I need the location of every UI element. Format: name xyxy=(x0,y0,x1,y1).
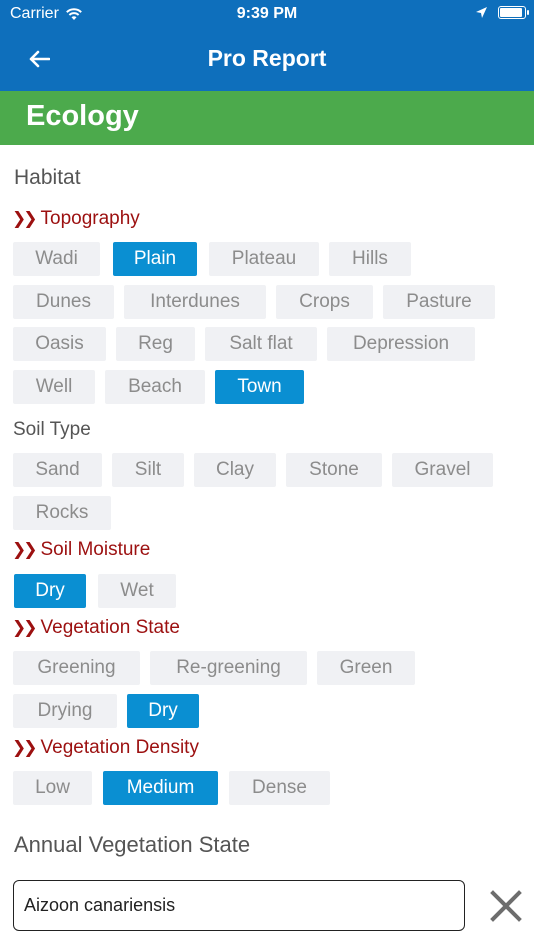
chip-wet[interactable]: Wet xyxy=(98,574,176,608)
location-arrow-icon xyxy=(476,7,487,18)
chip-gravel[interactable]: Gravel xyxy=(392,453,493,487)
chip-beach[interactable]: Beach xyxy=(105,370,205,404)
chip-reg[interactable]: Reg xyxy=(116,327,195,361)
chip-wadi[interactable]: Wadi xyxy=(13,242,100,276)
chip-rocks[interactable]: Rocks xyxy=(13,496,111,530)
chip-medium[interactable]: Medium xyxy=(103,771,218,805)
clear-species-button[interactable] xyxy=(486,886,526,926)
chip-drying[interactable]: Drying xyxy=(13,694,117,728)
chip-town[interactable]: Town xyxy=(215,370,304,404)
app-header: Carrier 9:39 PM Pro Report xyxy=(0,0,534,91)
chip-dunes[interactable]: Dunes xyxy=(13,285,114,319)
nav-bar: Pro Report xyxy=(0,36,534,82)
soil-type-title: Soil Type xyxy=(13,419,91,440)
chip-green[interactable]: Green xyxy=(317,651,415,685)
soil-moisture-label: Soil Moisture xyxy=(40,539,151,560)
chip-crops[interactable]: Crops xyxy=(276,285,373,319)
chip-pasture[interactable]: Pasture xyxy=(383,285,495,319)
vegetation-state-title: ❯❯ Vegetation State xyxy=(12,617,180,639)
chip-plateau[interactable]: Plateau xyxy=(209,242,319,276)
chip-clay[interactable]: Clay xyxy=(194,453,276,487)
status-bar: Carrier 9:39 PM xyxy=(0,0,534,30)
chip-greening[interactable]: Greening xyxy=(13,651,140,685)
chip-dense[interactable]: Dense xyxy=(229,771,330,805)
chip-low[interactable]: Low xyxy=(13,771,92,805)
chip-stone[interactable]: Stone xyxy=(286,453,382,487)
section-header: Ecology xyxy=(0,91,534,145)
double-chevron-icon: ❯❯ xyxy=(12,540,37,559)
chip-depression[interactable]: Depression xyxy=(327,327,475,361)
chip-sand[interactable]: Sand xyxy=(13,453,102,487)
topography-title: ❯❯ Topography xyxy=(12,208,140,230)
status-right xyxy=(475,6,529,19)
vegetation-density-title: ❯❯ Vegetation Density xyxy=(12,737,199,759)
chip-dry-moisture[interactable]: Dry xyxy=(14,574,86,608)
soil-moisture-title: ❯❯ Soil Moisture xyxy=(12,539,150,561)
chip-silt[interactable]: Silt xyxy=(112,453,184,487)
chip-dry-vegetation[interactable]: Dry xyxy=(127,694,199,728)
chip-salt-flat[interactable]: Salt flat xyxy=(205,327,317,361)
double-chevron-icon: ❯❯ xyxy=(12,738,37,757)
chip-oasis[interactable]: Oasis xyxy=(13,327,106,361)
chip-hills[interactable]: Hills xyxy=(329,242,411,276)
vegetation-state-label: Vegetation State xyxy=(40,617,180,638)
battery-icon xyxy=(498,6,529,19)
close-icon xyxy=(490,890,522,922)
double-chevron-icon: ❯❯ xyxy=(12,618,37,637)
species-input-value: Aizoon canariensis xyxy=(24,895,176,915)
chip-well[interactable]: Well xyxy=(13,370,95,404)
chip-interdunes[interactable]: Interdunes xyxy=(124,285,266,319)
vegetation-density-label: Vegetation Density xyxy=(40,737,199,758)
species-input[interactable]: Aizoon canariensis xyxy=(13,880,465,931)
chip-re-greening[interactable]: Re-greening xyxy=(150,651,307,685)
section-title: Ecology xyxy=(26,100,139,132)
status-time: 9:39 PM xyxy=(236,5,298,22)
chip-plain[interactable]: Plain xyxy=(113,242,197,276)
topography-label: Topography xyxy=(40,208,140,229)
habitat-title: Habitat xyxy=(14,166,81,189)
annual-vegetation-title: Annual Vegetation State xyxy=(14,832,251,857)
double-chevron-icon: ❯❯ xyxy=(12,209,37,228)
page-title: Pro Report xyxy=(207,45,327,71)
